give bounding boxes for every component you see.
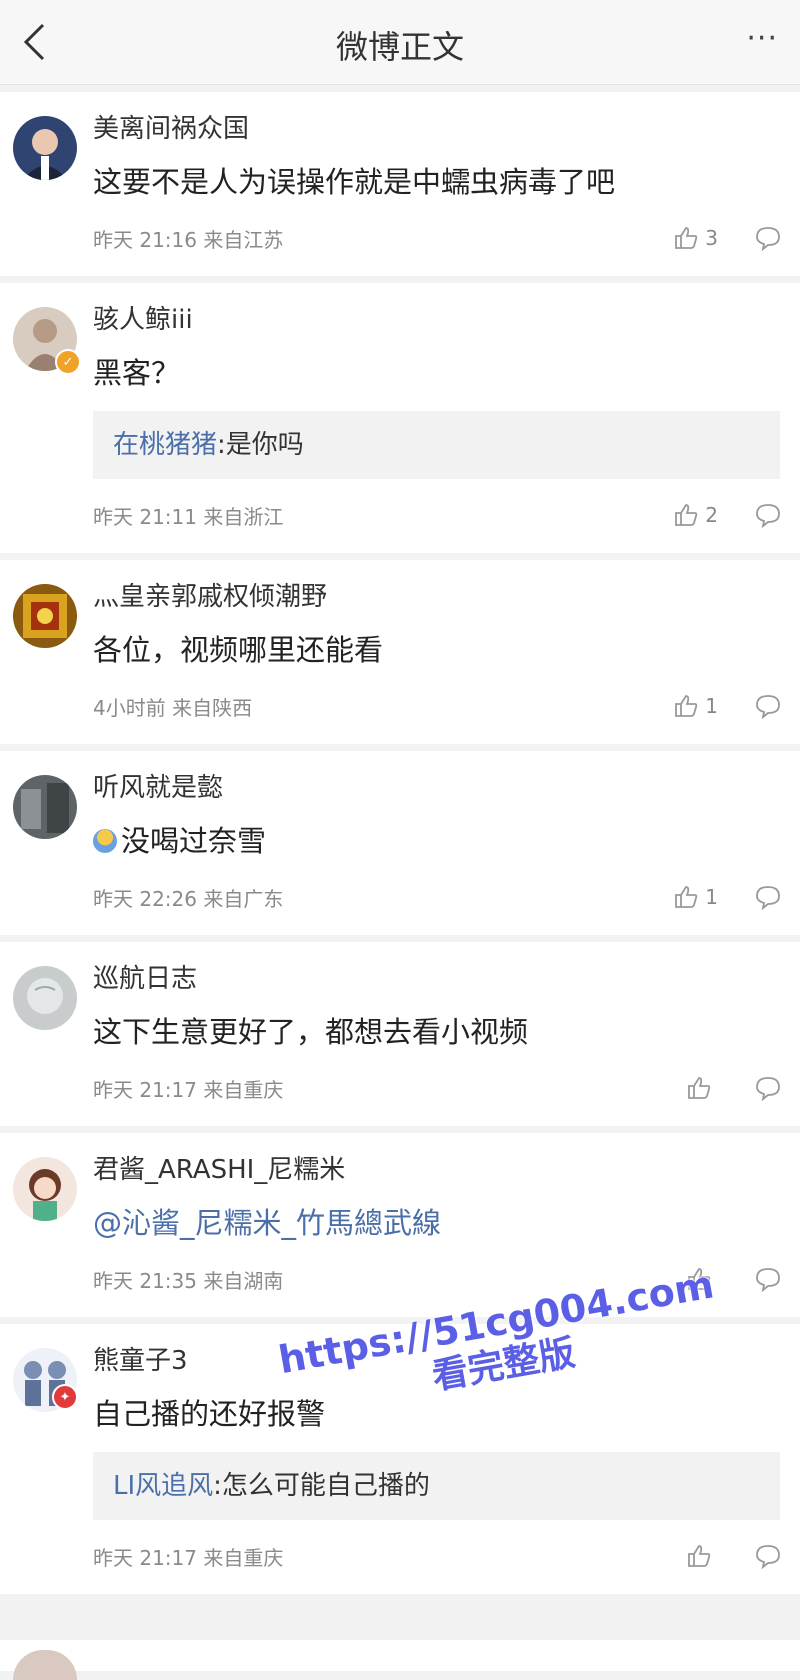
like-button[interactable]: 3 <box>673 225 718 251</box>
avatar[interactable] <box>13 116 77 180</box>
reply-button[interactable] <box>754 1265 782 1293</box>
reply-text: :怎么可能自己播的 <box>213 1471 430 1501</box>
comment-bubble-icon <box>756 695 780 720</box>
comment-bubble-icon <box>756 504 780 529</box>
thumbs-up-icon <box>675 886 698 908</box>
comment-time: 昨天 21:35 来自湖南 <box>93 1268 284 1293</box>
verified-badge-icon: ✓ <box>55 349 81 375</box>
reply-text: :是你吗 <box>217 430 304 460</box>
like-count: 1 <box>705 885 718 909</box>
top-navigation-bar: 微博正文 ··· <box>0 0 800 85</box>
thumbs-up-icon <box>688 1268 711 1290</box>
thumbs-up-icon <box>688 1077 711 1099</box>
comment-username[interactable]: 灬皇亲郭戚权倾潮野 <box>93 580 782 614</box>
comment-bubble-icon <box>756 1545 780 1570</box>
avatar[interactable] <box>13 1157 77 1221</box>
like-button[interactable]: 2 <box>673 502 718 528</box>
like-button[interactable] <box>686 1075 718 1101</box>
mention-link[interactable]: @沁酱_尼糯米_竹馬總武線 <box>93 1203 782 1243</box>
avatar[interactable] <box>13 584 77 648</box>
comment-username[interactable]: 骇人鲸iii <box>93 303 782 337</box>
comment-time: 昨天 21:11 来自浙江 <box>93 504 284 529</box>
comment-item[interactable]: 君酱_ARASHI_尼糯米 @沁酱_尼糯米_竹馬總武線 昨天 21:35 来自湖… <box>0 1133 800 1317</box>
comment-time: 昨天 21:17 来自重庆 <box>93 1077 284 1102</box>
like-count: 3 <box>705 226 718 250</box>
reply-username[interactable]: LI风追风 <box>113 1471 213 1501</box>
next-comment-partial <box>0 1640 800 1671</box>
reply-preview[interactable]: 在桃猪猪:是你吗 <box>93 411 780 479</box>
comment-username[interactable]: 巡航日志 <box>93 962 782 996</box>
comment-item[interactable]: 灬皇亲郭戚权倾潮野 各位，视频哪里还能看 4小时前 来自陕西 1 <box>0 560 800 744</box>
reply-button[interactable] <box>754 224 782 252</box>
reply-button[interactable] <box>754 1542 782 1570</box>
comment-text: 自己播的还好报警 <box>93 1397 326 1431</box>
avatar[interactable] <box>13 775 77 839</box>
comment-bubble-icon <box>756 1077 780 1102</box>
comment-item[interactable]: 听风就是㦤 没喝过奈雪 昨天 22:26 来自广东 1 <box>0 751 800 935</box>
like-button[interactable] <box>686 1543 718 1569</box>
thumbs-up-icon <box>688 1545 711 1567</box>
reply-button[interactable] <box>754 883 782 911</box>
comment-meta: 4小时前 来自陕西 1 <box>93 688 782 724</box>
comment-text: 这要不是人为误操作就是中蠕虫病毒了吧 <box>93 165 616 199</box>
comment-time: 昨天 21:16 来自江苏 <box>93 227 284 252</box>
comment-item[interactable]: ✦ 熊童子3 自己播的还好报警 LI风追风:怎么可能自己播的 昨天 21:17 … <box>0 1324 800 1594</box>
comment-time: 昨天 21:17 来自重庆 <box>93 1545 284 1570</box>
comment-bubble-icon <box>756 886 780 911</box>
page-title: 微博正文 <box>335 28 464 66</box>
comment-time: 4小时前 来自陕西 <box>93 695 253 720</box>
comment-meta: 昨天 21:17 来自重庆 <box>93 1538 782 1574</box>
comment-username[interactable]: 听风就是㦤 <box>93 771 782 805</box>
comment-bubble-icon <box>756 227 780 252</box>
reply-username[interactable]: 在桃猪猪 <box>113 430 217 460</box>
comment-item[interactable]: 美离间祸众国 这要不是人为误操作就是中蠕虫病毒了吧 昨天 21:16 来自江苏 … <box>0 92 800 276</box>
avatar[interactable] <box>13 966 77 1030</box>
comment-item[interactable]: 巡航日志 这下生意更好了，都想去看小视频 昨天 21:17 来自重庆 <box>0 942 800 1126</box>
comment-meta: 昨天 21:16 来自江苏 3 <box>93 220 782 256</box>
comment-username[interactable]: 君酱_ARASHI_尼糯米 <box>93 1153 782 1187</box>
thumbs-up-icon <box>675 504 698 526</box>
comment-username[interactable]: 美离间祸众国 <box>93 112 782 146</box>
like-count: 1 <box>705 694 718 718</box>
reply-button[interactable] <box>754 1074 782 1102</box>
comment-meta: 昨天 21:11 来自浙江 2 <box>93 497 782 533</box>
thumbs-up-icon <box>675 695 698 717</box>
reply-button[interactable] <box>754 501 782 529</box>
comment-text: 这下生意更好了，都想去看小视频 <box>93 1015 529 1049</box>
reply-preview[interactable]: LI风追风:怎么可能自己播的 <box>93 1452 780 1520</box>
comment-bubble-icon <box>756 1268 780 1293</box>
comment-text: 各位，视频哪里还能看 <box>93 633 384 667</box>
comment-username[interactable]: 熊童子3 <box>93 1344 782 1378</box>
comment-text: 黑客？ <box>93 356 181 390</box>
comment-meta: 昨天 21:17 来自重庆 <box>93 1070 782 1106</box>
comment-meta: 昨天 22:26 来自广东 1 <box>93 879 782 915</box>
more-options-button[interactable]: ··· <box>746 22 778 56</box>
comment-text: 没喝过奈雪 <box>121 824 267 858</box>
comment-text-row: 没喝过奈雪 <box>93 821 782 861</box>
thumbs-up-icon <box>675 227 698 249</box>
red-badge-icon: ✦ <box>52 1384 78 1410</box>
like-button[interactable]: 1 <box>673 693 718 719</box>
emoji-icon <box>93 829 117 853</box>
comment-item[interactable]: ✓ 骇人鲸iii 黑客？ 在桃猪猪:是你吗 昨天 21:11 来自浙江 2 <box>0 283 800 553</box>
like-count: 2 <box>705 503 718 527</box>
comment-time: 昨天 22:26 来自广东 <box>93 886 284 911</box>
like-button[interactable] <box>686 1266 718 1292</box>
comment-meta: 昨天 21:35 来自湖南 <box>93 1261 782 1297</box>
like-button[interactable]: 1 <box>673 884 718 910</box>
comment-list: 美离间祸众国 这要不是人为误操作就是中蠕虫病毒了吧 昨天 21:16 来自江苏 … <box>0 92 800 1601</box>
reply-button[interactable] <box>754 692 782 720</box>
